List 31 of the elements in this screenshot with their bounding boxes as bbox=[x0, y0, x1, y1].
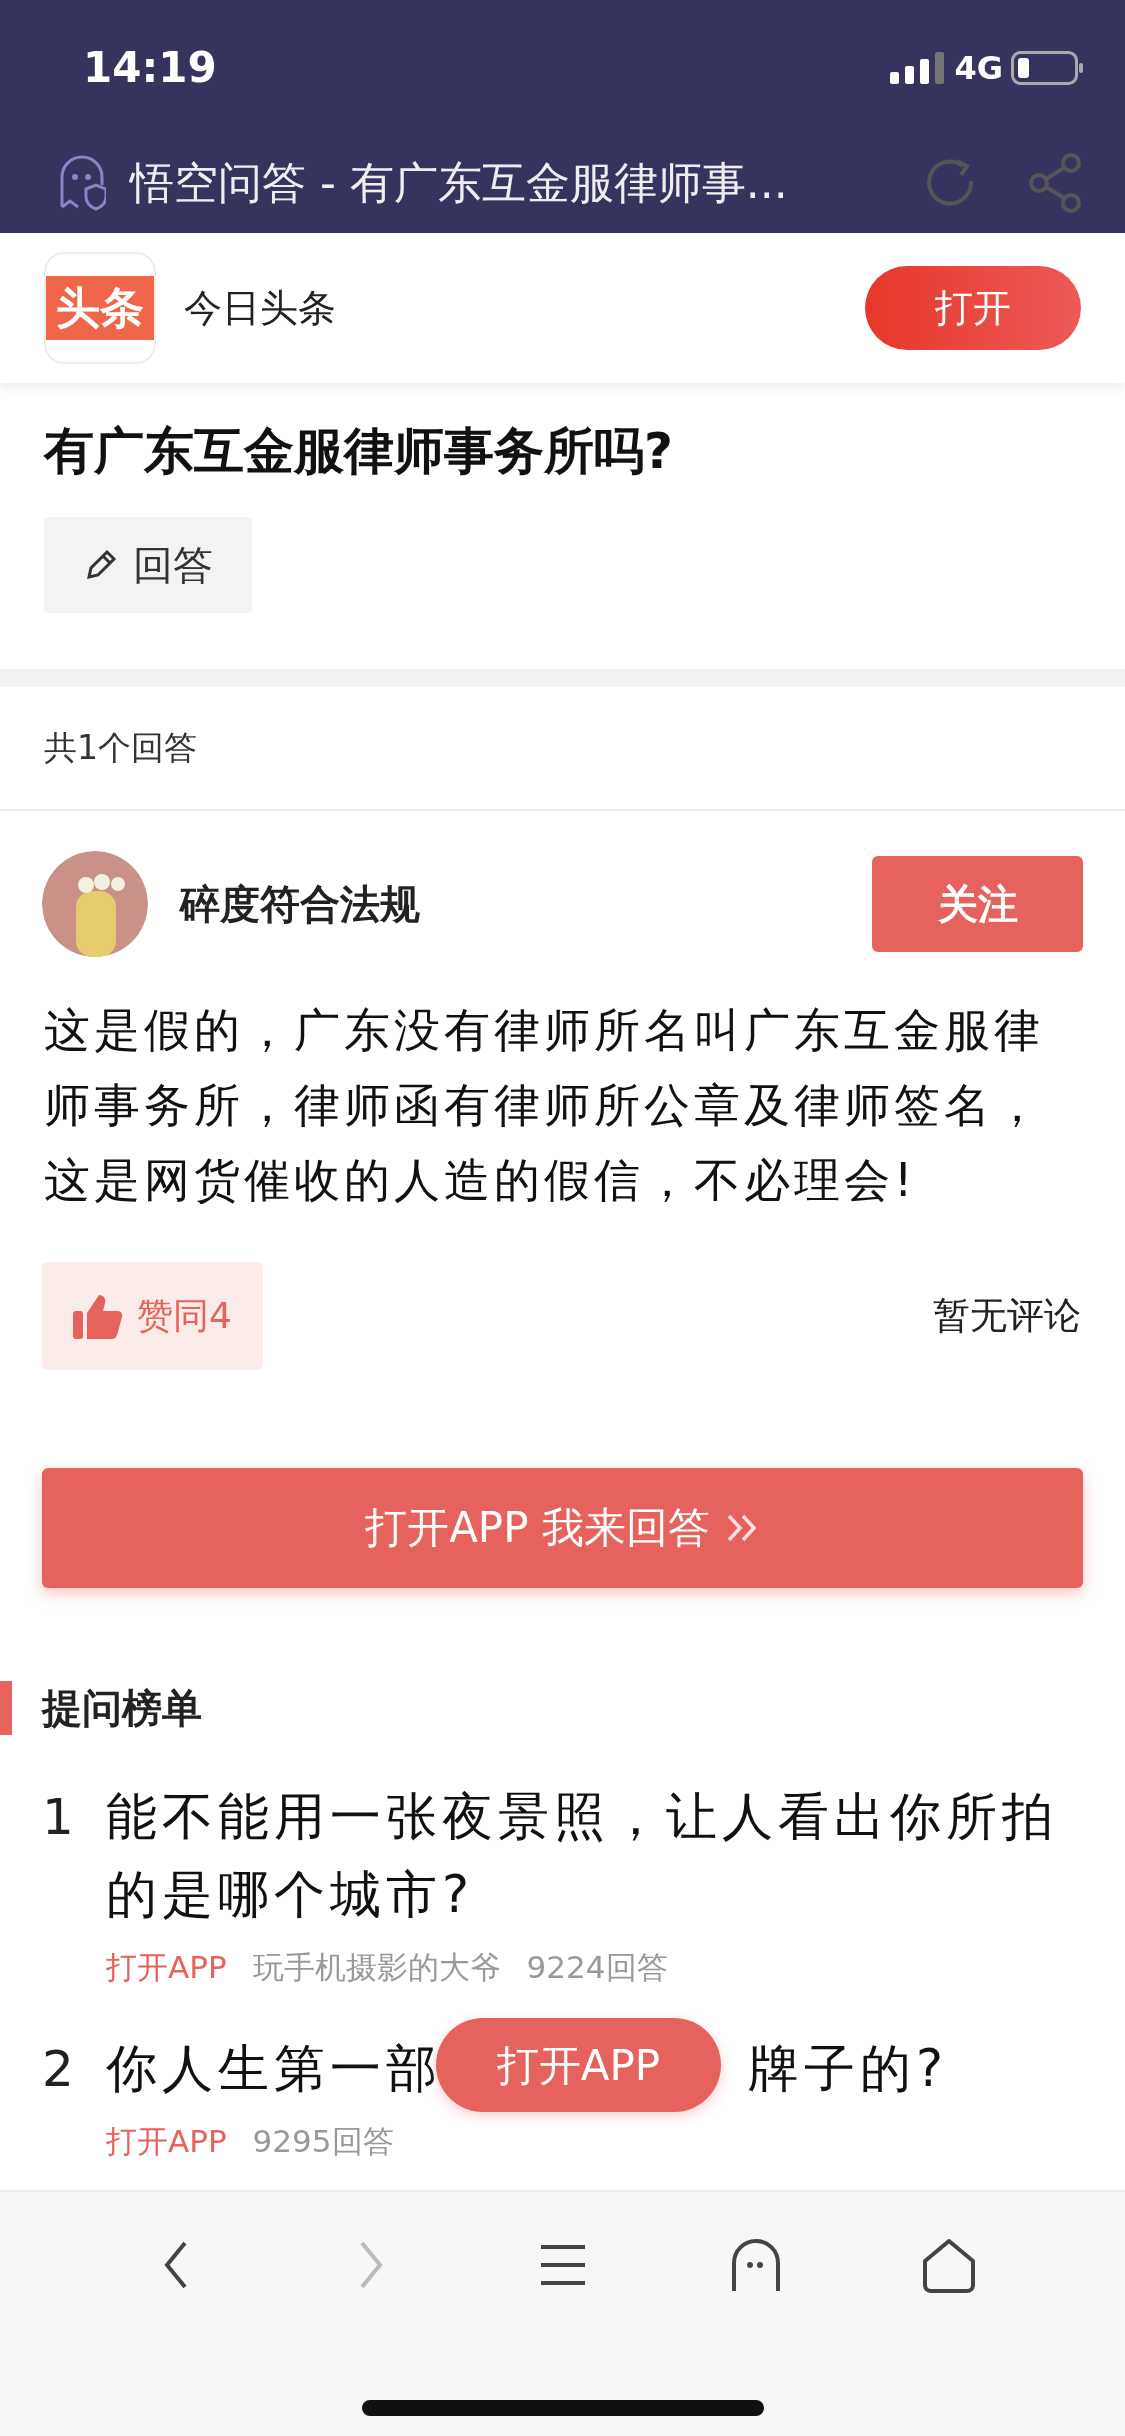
open-app-answer-button[interactable]: 打开APP 我来回答 bbox=[42, 1467, 1083, 1588]
signal-icon bbox=[890, 51, 947, 84]
app-logo: 头条 bbox=[44, 252, 156, 364]
page-title: 悟空问答 - 有广东互金服律师事... bbox=[130, 155, 788, 210]
open-button[interactable]: 打开 bbox=[865, 266, 1081, 350]
author-name: 玩手机摄影的大爷 bbox=[252, 1947, 501, 1987]
answer-text: 这是假的，广东没有律师所名叫广东互金服律师事务所，律师函有律师所公章及律师签名，这是网货催收的人造的假信，不必理会! bbox=[43, 1001, 1045, 1209]
comment-status: 暂无评论 bbox=[933, 1292, 1081, 1339]
follow-button[interactable]: 关注 bbox=[872, 855, 1083, 952]
app-name: 今日头条 bbox=[184, 284, 336, 332]
rank-number: 2 bbox=[42, 2039, 75, 2100]
open-app-link[interactable]: 打开APP bbox=[106, 1943, 227, 1990]
rank-number: 1 bbox=[42, 1786, 75, 1848]
accent-bar bbox=[0, 1680, 12, 1735]
network-label: 4G bbox=[954, 47, 1003, 89]
author-name: 碎度符合法规 bbox=[180, 879, 420, 929]
ghost-shield-icon bbox=[58, 154, 106, 211]
like-button[interactable]: 赞同4 bbox=[42, 1261, 263, 1370]
answer-count: 9224回答 bbox=[526, 1947, 668, 1987]
open-app-link[interactable]: 打开APP bbox=[106, 2118, 227, 2165]
answer-count: 共1个回答 bbox=[0, 687, 1125, 811]
question-title: 牌子的? bbox=[748, 2039, 949, 2098]
section-title: 提问榜单 bbox=[42, 1683, 202, 1733]
answer-count: 9295回答 bbox=[252, 2122, 394, 2161]
thumbs-up-icon bbox=[73, 1292, 124, 1339]
status-time: 14:19 bbox=[83, 42, 217, 94]
question-title: 有广东互金服律师事务所吗? bbox=[42, 421, 674, 481]
question-title: 能不能用一张夜景照，让人看出你所拍的是哪个城市? bbox=[106, 1786, 1058, 1924]
answer-button[interactable]: 回答 bbox=[44, 517, 252, 613]
battery-icon bbox=[1011, 50, 1083, 85]
open-app-button[interactable]: 打开APP bbox=[436, 2018, 721, 2112]
